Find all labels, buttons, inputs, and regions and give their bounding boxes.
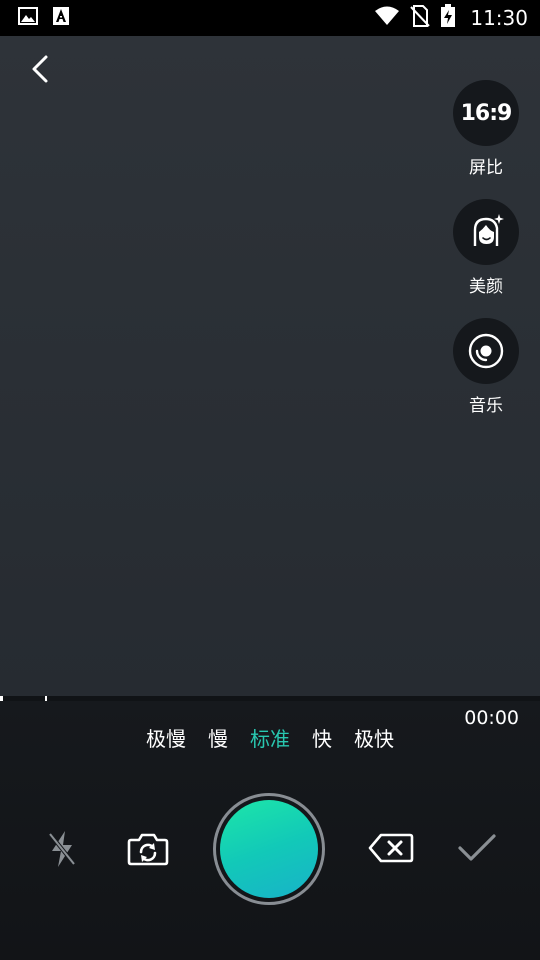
music-button[interactable]	[453, 318, 519, 384]
bottom-toolbar	[0, 793, 540, 908]
speed-option-very-slow[interactable]: 极慢	[146, 723, 186, 752]
delete-segment-button[interactable]	[368, 831, 414, 865]
text-a-icon	[52, 6, 70, 30]
chevron-left-icon	[32, 55, 48, 83]
beauty-button[interactable]	[453, 199, 519, 265]
ratio-label: 屏比	[469, 158, 503, 178]
disc-icon	[468, 333, 504, 369]
camera-preview[interactable]: 16:9 屏比 美颜 音乐	[0, 36, 540, 696]
speed-option-fast[interactable]: 快	[312, 723, 332, 752]
speed-selector: 极慢 慢 标准 快 极快	[0, 723, 540, 752]
face-sparkle-icon	[473, 214, 504, 246]
beauty-label: 美颜	[469, 277, 503, 297]
ratio-badge: 16:9	[460, 100, 513, 126]
flash-off-icon	[48, 831, 76, 867]
record-button[interactable]	[213, 793, 325, 905]
side-tools: 16:9 屏比 美颜 音乐	[452, 80, 520, 437]
no-sim-icon	[410, 5, 431, 31]
status-bar: 11:30	[0, 0, 540, 36]
ratio-tool[interactable]: 16:9 屏比	[452, 80, 520, 178]
flash-button[interactable]	[42, 829, 82, 869]
status-time: 11:30	[470, 6, 528, 30]
speed-option-very-fast[interactable]: 极快	[354, 723, 394, 752]
backspace-icon	[368, 833, 414, 863]
camera-switch-icon	[127, 833, 169, 866]
music-tool[interactable]: 音乐	[452, 318, 520, 416]
checkmark-icon	[458, 834, 496, 861]
confirm-button[interactable]	[456, 831, 498, 865]
beauty-tool[interactable]: 美颜	[452, 199, 520, 297]
switch-camera-button[interactable]	[126, 829, 170, 869]
ratio-button[interactable]: 16:9	[453, 80, 519, 146]
wifi-icon	[374, 6, 400, 30]
image-icon	[18, 7, 38, 29]
speed-option-normal[interactable]: 标准	[250, 723, 290, 752]
recording-controls: 00:00 极慢 慢 标准 快 极快	[0, 701, 540, 960]
record-button-core	[220, 800, 318, 898]
battery-charging-icon	[440, 4, 456, 32]
music-label: 音乐	[469, 396, 503, 416]
speed-option-slow[interactable]: 慢	[208, 723, 228, 752]
back-button[interactable]	[22, 50, 62, 90]
